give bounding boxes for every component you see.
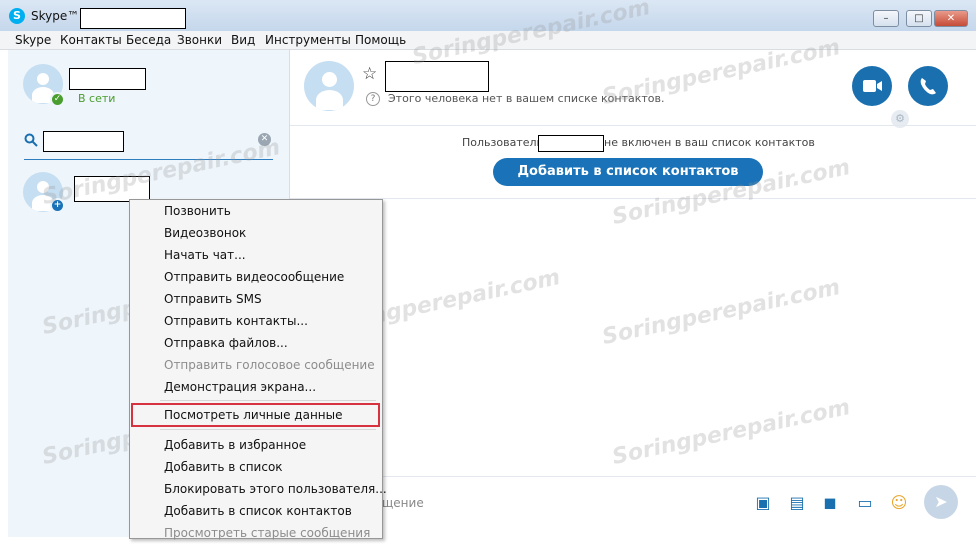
menu-conversation[interactable]: Беседа [126, 33, 171, 47]
menu-item-video-call[interactable]: Видеозвонок [164, 222, 246, 244]
add-contact-status-icon: + [50, 198, 65, 213]
menu-contacts[interactable]: Контакты [60, 33, 122, 47]
status-label[interactable]: В сети [78, 92, 115, 105]
help-icon[interactable]: ? [366, 92, 380, 106]
search-underline [24, 159, 273, 160]
menu-item-send-video-message[interactable]: Отправить видеосообщение [164, 266, 344, 288]
window-title: Skype™ - [31, 9, 88, 23]
menu-item-send-files[interactable]: Отправка файлов... [164, 332, 288, 354]
menu-item-screen-share[interactable]: Демонстрация экрана... [164, 376, 316, 398]
redacted-chat-name [385, 61, 489, 92]
menu-skype[interactable]: Skype [15, 33, 51, 47]
highlight-box [131, 403, 380, 427]
compose-divider [290, 476, 976, 477]
send-button[interactable]: ➤ [924, 485, 958, 519]
phone-icon [920, 78, 936, 95]
title-bar: S Skype™ - – □ ✕ [0, 0, 976, 32]
clear-search-icon[interactable]: ✕ [258, 133, 271, 146]
send-file-icon[interactable]: ▤ [787, 493, 807, 513]
menu-help[interactable]: Помощь [355, 33, 406, 47]
menu-item-view-old-messages: Просмотреть старые сообщения [164, 526, 371, 540]
audio-call-button[interactable] [908, 66, 948, 106]
menu-tools[interactable]: Инструменты [265, 33, 351, 47]
menu-item-block-user[interactable]: Блокировать этого пользователя... [164, 478, 387, 500]
online-status-icon: ✓ [50, 92, 65, 107]
redacted-profile-name [69, 68, 146, 90]
chat-panel [290, 50, 976, 537]
menu-bar: Skype Контакты Беседа Звонки Вид Инструм… [0, 31, 976, 50]
not-in-contacts-text: Этого человека нет в вашем списке контак… [388, 92, 665, 105]
menu-item-call[interactable]: Позвонить [164, 200, 231, 222]
video-camera-icon [863, 80, 882, 92]
menu-item-send-sms[interactable]: Отправить SMS [164, 288, 262, 310]
emoticon-icon[interactable]: ☺ [889, 493, 909, 513]
menu-view[interactable]: Вид [231, 33, 255, 47]
menu-item-send-contacts[interactable]: Отправить контакты... [164, 310, 308, 332]
menu-calls[interactable]: Звонки [177, 33, 222, 47]
add-to-contacts-button[interactable]: Добавить в список контактов [493, 158, 763, 186]
menu-separator [160, 429, 376, 430]
menu-item-send-voice-message: Отправить голосовое сообщение [164, 358, 375, 372]
menu-item-add-to-contacts[interactable]: Добавить в список контактов [164, 500, 352, 522]
video-call-button[interactable] [852, 66, 892, 106]
chat-contact-avatar[interactable] [304, 61, 354, 111]
skype-logo-icon: S [9, 8, 25, 24]
menu-item-add-to-favorites[interactable]: Добавить в избранное [164, 434, 306, 456]
compose-placeholder[interactable]: щение [382, 496, 424, 510]
header-divider [290, 125, 976, 126]
contact-context-menu: Позвонить Видеозвонок Начать чат... Отпр… [129, 199, 387, 540]
favorite-star-icon[interactable]: ☆ [362, 64, 377, 84]
menu-separator [160, 400, 376, 401]
redacted-username [80, 8, 186, 29]
notice-divider [290, 198, 976, 199]
video-message-icon[interactable]: ◼ [820, 493, 840, 513]
search-icon [24, 133, 38, 147]
menu-item-add-to-list[interactable]: Добавить в список [164, 456, 283, 478]
notice-prefix: Пользователь [462, 136, 544, 149]
send-contact-icon[interactable]: ▭ [855, 493, 875, 513]
media-bar-icon[interactable]: ▣ [753, 493, 773, 513]
menu-item-start-chat[interactable]: Начать чат... [164, 244, 246, 266]
search-input[interactable] [43, 131, 124, 152]
minimize-button[interactable]: – [873, 10, 899, 27]
notice-suffix: не включен в ваш список контактов [604, 136, 815, 149]
close-button[interactable]: ✕ [934, 10, 968, 27]
redacted-notice-name [538, 135, 604, 152]
maximize-button[interactable]: □ [906, 10, 932, 27]
